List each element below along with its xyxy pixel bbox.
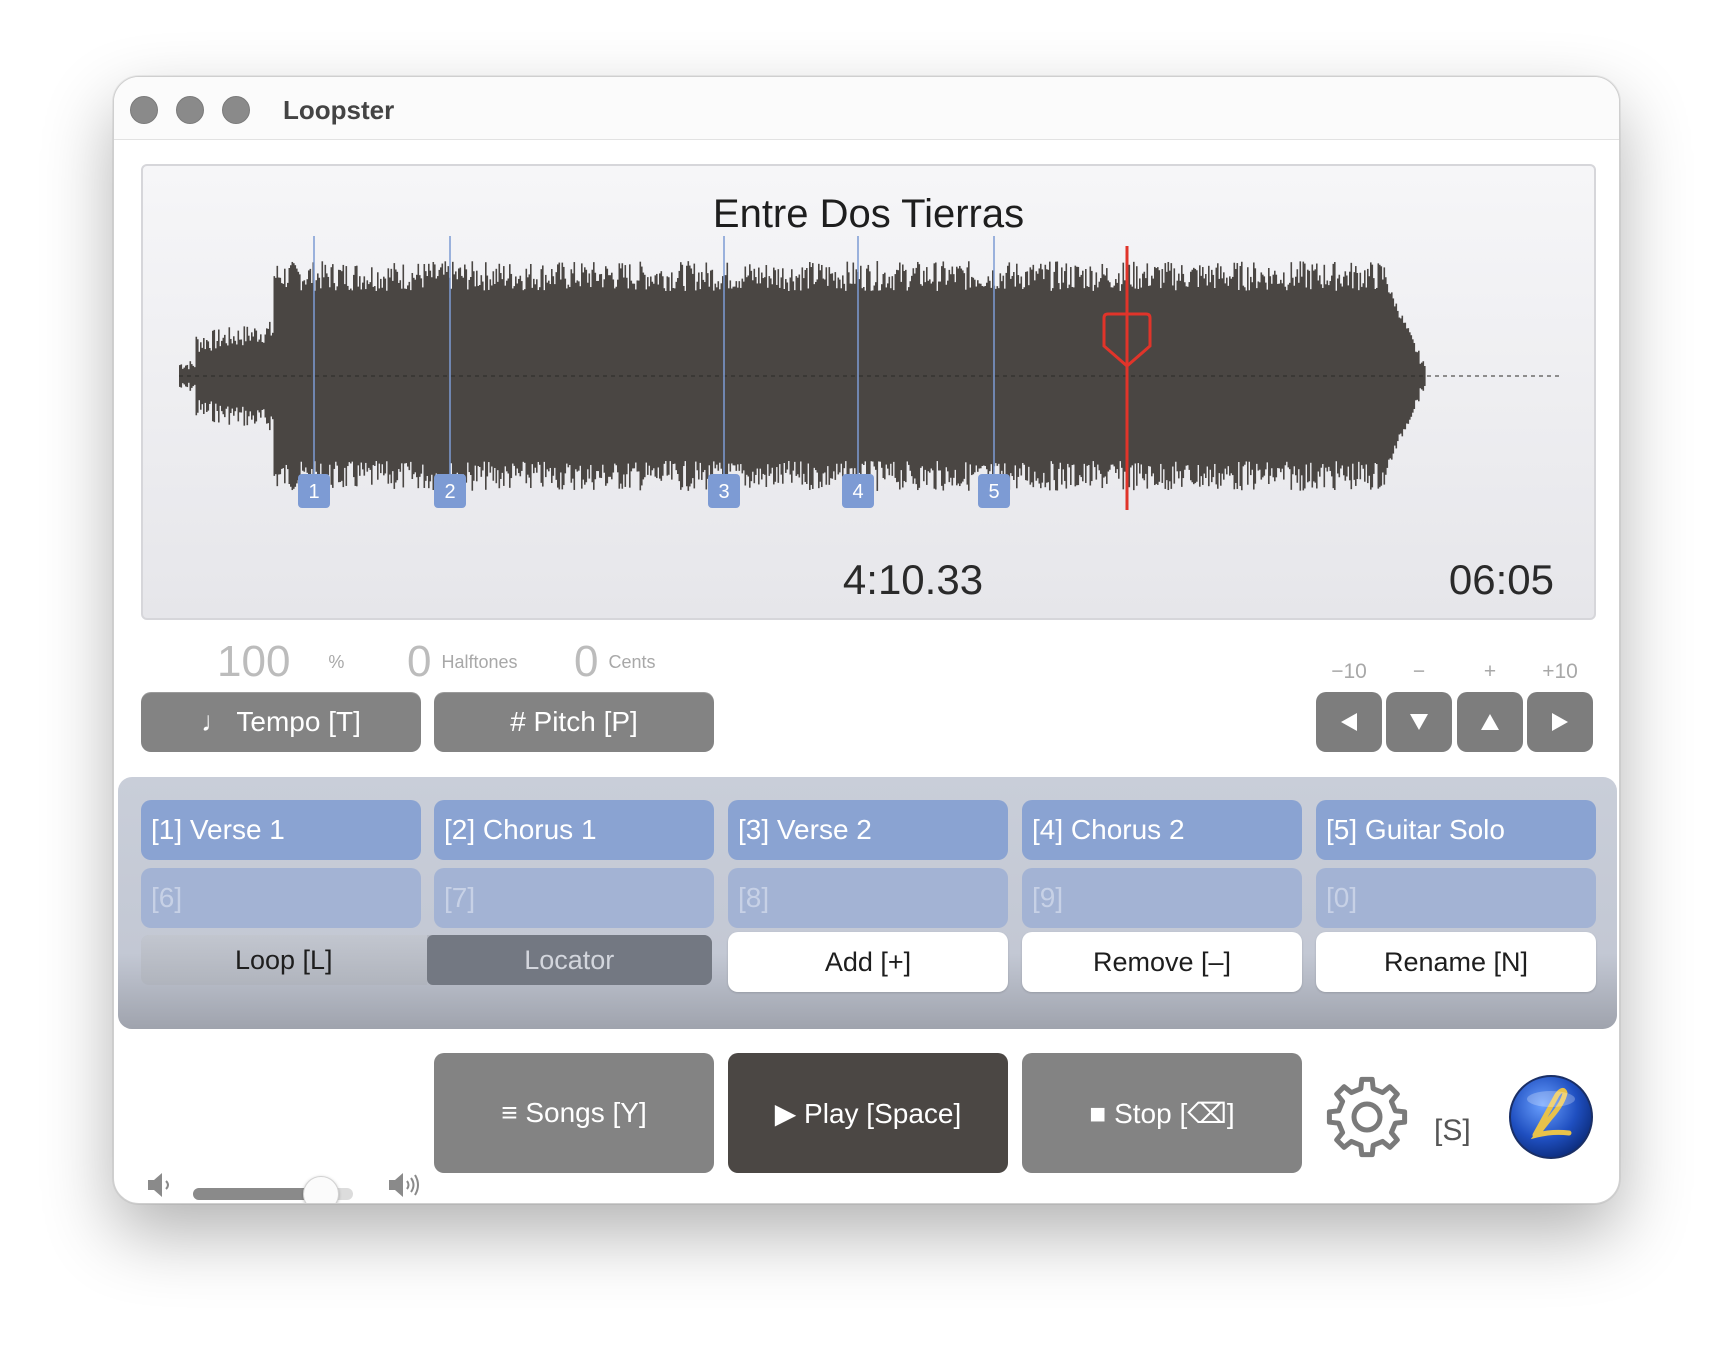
nudge-forward-10-button[interactable]: [1527, 692, 1593, 752]
settings-shortcut-label: [S]: [1434, 1114, 1471, 1147]
locator-7-button[interactable]: [7]: [434, 868, 714, 928]
marker-flag-5[interactable]: 5: [978, 474, 1010, 508]
remove-locator-button[interactable]: Remove [–]: [1022, 932, 1302, 992]
volume-slider-fill: [193, 1188, 321, 1200]
marker-flag-4[interactable]: 4: [842, 474, 874, 508]
volume-slider-knob[interactable]: [303, 1176, 339, 1203]
tempo-readout: 100%: [217, 637, 344, 687]
locator-3-button[interactable]: [3] Verse 2: [728, 800, 1008, 860]
locator-5-button[interactable]: [5] Guitar Solo: [1316, 800, 1596, 860]
locator-6-button[interactable]: [6]: [141, 868, 421, 928]
volume-high-icon[interactable]: [386, 1165, 422, 1204]
locator-0-button[interactable]: [0]: [1316, 868, 1596, 928]
triangle-left-icon: [1341, 713, 1357, 731]
locator-1-button[interactable]: [1] Verse 1: [141, 800, 421, 860]
current-time: 4:10.33: [842, 556, 984, 603]
locator-4-button[interactable]: [4] Chorus 2: [1022, 800, 1302, 860]
nudge-label-minus10: −10: [1331, 660, 1367, 683]
svg-text:3: 3: [718, 481, 729, 503]
pitch-button[interactable]: # Pitch [P]: [434, 692, 714, 752]
add-locator-button[interactable]: Add [+]: [728, 932, 1008, 992]
tempo-button[interactable]: ♩ Tempo [T]: [141, 692, 421, 752]
locator-2-button[interactable]: [2] Chorus 1: [434, 800, 714, 860]
halftones-unit: Halftones: [441, 651, 518, 672]
marker-flag-1[interactable]: 1: [298, 474, 330, 508]
play-button[interactable]: ▶ Play [Space]: [728, 1053, 1008, 1173]
window-title: Loopster: [283, 95, 395, 125]
waveform-display[interactable]: 1 2 3 4 5: [143, 166, 1596, 620]
nudge-down-button[interactable]: [1386, 692, 1452, 752]
triangle-down-icon: [1410, 714, 1428, 730]
triangle-up-icon: [1481, 714, 1499, 730]
svg-text:5: 5: [988, 481, 999, 503]
cents-value: 0: [574, 637, 599, 686]
svg-text:2: 2: [444, 481, 455, 503]
nudge-label-minus: −: [1412, 660, 1426, 683]
halftones-readout: 0 Halftones: [407, 637, 518, 687]
gear-icon[interactable]: [1324, 1074, 1410, 1160]
stop-button[interactable]: ■ Stop [⌫]: [1022, 1053, 1302, 1173]
marker-flag-3[interactable]: 3: [708, 474, 740, 508]
volume-low-icon[interactable]: [144, 1165, 174, 1204]
songs-button[interactable]: ≡ Songs [Y]: [434, 1053, 714, 1173]
triangle-right-icon: [1552, 713, 1568, 731]
zoom-button[interactable]: [222, 96, 250, 124]
mode-segmented-control: Loop [L] Locator: [141, 935, 712, 985]
waveform-panel[interactable]: Entre Dos Tierras 12345 4:10.33 06:05: [141, 164, 1596, 620]
nudge-up-button[interactable]: [1457, 692, 1523, 752]
loop-mode-button[interactable]: Loop [L]: [141, 935, 427, 985]
total-time: 06:05: [1448, 556, 1554, 603]
locator-9-button[interactable]: [9]: [1022, 868, 1302, 928]
locator-mode-button[interactable]: Locator: [426, 935, 712, 985]
rename-locator-button[interactable]: Rename [N]: [1316, 932, 1596, 992]
cents-unit: Cents: [608, 651, 656, 672]
nudge-back-10-button[interactable]: [1316, 692, 1382, 752]
app-window: Loopster Entre Dos Tierras 12345 4:10.33…: [113, 76, 1620, 1204]
tempo-value: 100: [217, 637, 291, 686]
cents-readout: 0 Cents: [574, 637, 656, 687]
nudge-label-plus10: +10: [1542, 660, 1578, 683]
locator-8-button[interactable]: [8]: [728, 868, 1008, 928]
minimize-button[interactable]: [176, 96, 204, 124]
title-bar: Loopster: [114, 77, 1619, 140]
nudge-label-plus: +: [1483, 660, 1497, 683]
svg-text:4: 4: [852, 481, 863, 503]
close-button[interactable]: [130, 96, 158, 124]
marker-flag-2[interactable]: 2: [434, 474, 466, 508]
app-logo-icon: [1509, 1075, 1593, 1159]
halftones-value: 0: [407, 637, 432, 686]
svg-text:1: 1: [308, 481, 319, 503]
tempo-unit: %: [328, 651, 345, 672]
